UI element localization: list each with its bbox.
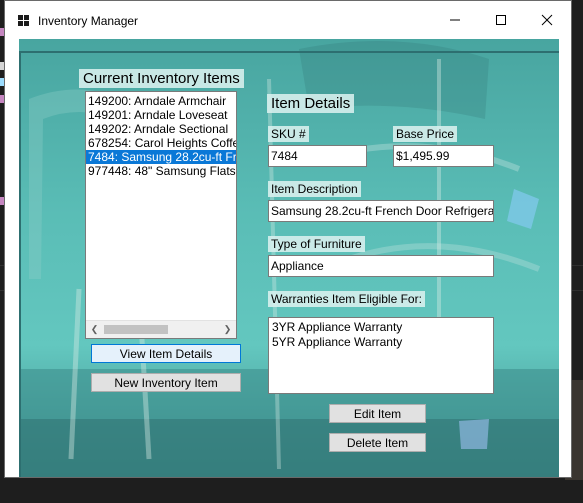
title-bar[interactable]: Inventory Manager	[5, 1, 571, 39]
list-item[interactable]: 149201: Arndale Loveseat	[86, 108, 236, 122]
close-button[interactable]	[524, 1, 570, 39]
list-item[interactable]: 678254: Carol Heights Coffee Table	[86, 136, 236, 150]
maximize-icon	[496, 15, 506, 25]
list-item[interactable]: 149202: Arndale Sectional	[86, 122, 236, 136]
minimize-icon	[450, 19, 460, 21]
view-item-details-button[interactable]: View Item Details	[91, 344, 241, 363]
delete-item-button[interactable]: Delete Item	[329, 433, 426, 452]
warranty-item[interactable]: 3YR Appliance Warranty	[272, 320, 493, 335]
scroll-left-icon[interactable]: ❮	[86, 321, 103, 338]
inventory-listbox[interactable]: 149200: Arndale Armchair 149201: Arndale …	[85, 91, 237, 339]
list-item[interactable]: 149200: Arndale Armchair	[86, 94, 236, 108]
inventory-list[interactable]: 149200: Arndale Armchair 149201: Arndale …	[86, 92, 236, 178]
sku-label: SKU #	[268, 126, 309, 142]
minimize-button[interactable]	[432, 1, 478, 39]
warranties-listbox[interactable]: 3YR Appliance Warranty 5YR Appliance War…	[268, 317, 494, 394]
new-inventory-item-button[interactable]: New Inventory Item	[91, 373, 241, 392]
scroll-right-icon[interactable]: ❯	[219, 321, 236, 338]
item-description-field[interactable]: Samsung 28.2cu-ft French Door Refrigerat…	[268, 200, 494, 222]
warranty-item[interactable]: 5YR Appliance Warranty	[272, 335, 493, 350]
form-client-area: Current Inventory Items 149200: Arndale …	[19, 39, 559, 477]
window-title: Inventory Manager	[38, 14, 139, 28]
inventory-manager-window: Inventory Manager Current Inventory Item…	[4, 0, 572, 478]
item-description-label: Item Description	[268, 181, 361, 197]
warranties-label: Warranties Item Eligible For:	[268, 291, 425, 307]
list-item[interactable]: 7484: Samsung 28.2cu-ft French Door Refr…	[86, 150, 236, 164]
horizontal-scrollbar[interactable]: ❮ ❯	[86, 320, 236, 338]
close-icon	[541, 14, 553, 26]
maximize-button[interactable]	[478, 1, 524, 39]
inventory-heading: Current Inventory Items	[79, 69, 244, 88]
list-item[interactable]: 977448: 48" Samsung Flatscreen TV	[86, 164, 236, 178]
scrollbar-thumb[interactable]	[104, 325, 168, 334]
base-price-field[interactable]: $1,495.99	[393, 145, 494, 167]
sku-field[interactable]: 7484	[268, 145, 367, 167]
edit-item-button[interactable]: Edit Item	[329, 404, 426, 423]
app-icon	[18, 15, 30, 27]
base-price-label: Base Price	[393, 126, 458, 142]
type-of-furniture-field[interactable]: Appliance	[268, 255, 494, 277]
item-details-heading: Item Details	[267, 94, 355, 113]
type-of-furniture-label: Type of Furniture	[268, 236, 365, 252]
